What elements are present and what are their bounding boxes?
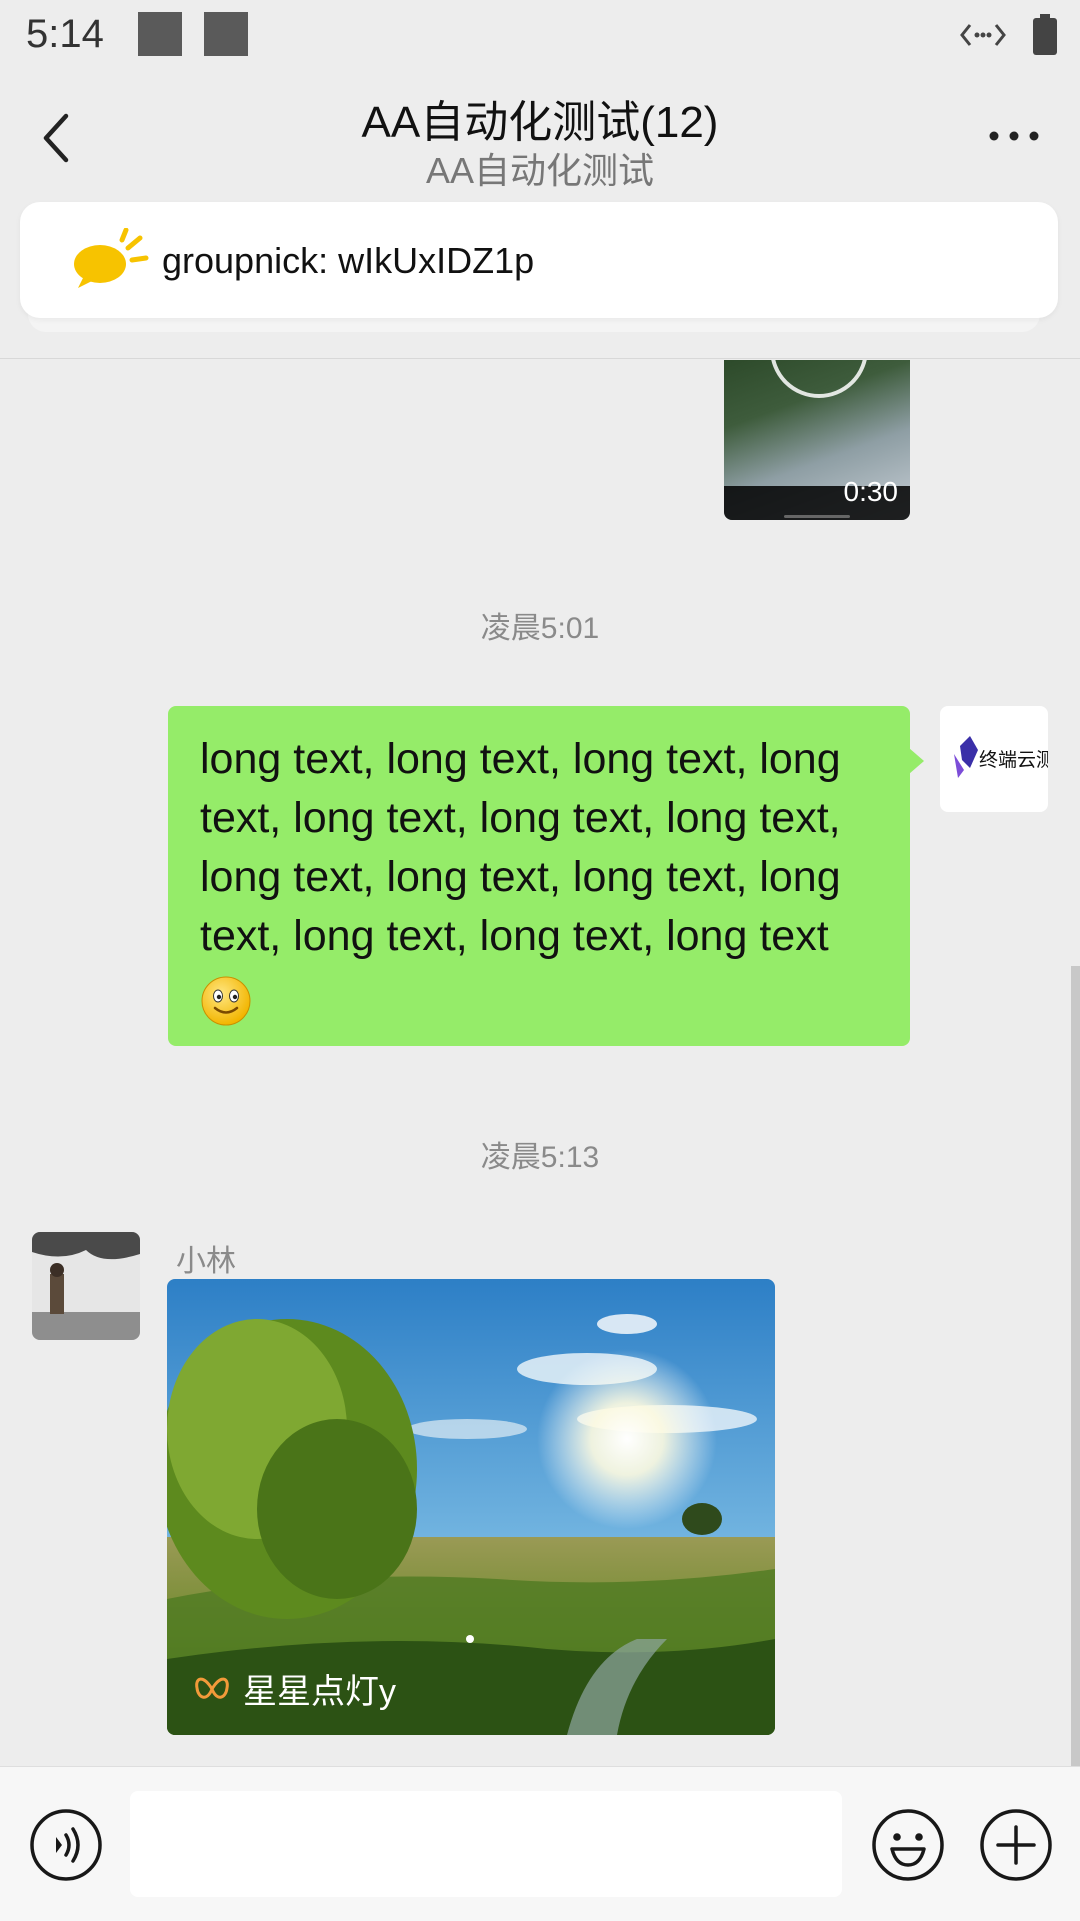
message-timestamp: 凌晨5:13: [480, 1141, 600, 1174]
message-text: long text, long text, long text, long te…: [200, 730, 890, 1027]
data-transfer-icon: [960, 24, 1006, 46]
message-input[interactable]: [130, 1791, 842, 1897]
group-notice-card[interactable]: groupnick: wIkUxIDZ1p: [20, 202, 1058, 318]
butterfly-icon: [195, 1677, 229, 1699]
status-bar: 5:14: [0, 0, 1080, 76]
more-button[interactable]: [984, 116, 1044, 156]
bubble-tail: [909, 748, 924, 774]
image-label-text: 星星点灯y: [243, 1673, 396, 1711]
battery-icon: [1033, 14, 1057, 55]
brand-logo-icon: 终端云测: [954, 736, 1048, 778]
smile-emoji-icon: [201, 976, 251, 1026]
message-text-content: long text, long text, long text, long te…: [200, 735, 841, 960]
header-divider: [0, 358, 1080, 359]
my-avatar[interactable]: 终端云测: [940, 706, 1048, 812]
avatar-photo: [32, 1232, 140, 1340]
notification-square-icon: [138, 12, 182, 56]
more-icon: [989, 131, 1039, 141]
play-icon: [770, 360, 868, 398]
emoji-button[interactable]: [870, 1807, 946, 1883]
sender-avatar[interactable]: [32, 1232, 140, 1340]
notification-square-icon: [204, 12, 248, 56]
image-label: 星星点灯y: [193, 1664, 396, 1713]
emoji-icon: [872, 1809, 944, 1881]
image-message[interactable]: 星星点灯y: [167, 1279, 775, 1735]
avatar-text: 终端云测: [979, 749, 1048, 771]
chat-subtitle: AA自动化测试: [425, 150, 655, 191]
notice-text: groupnick: wIkUxIDZ1p: [162, 240, 535, 281]
announcement-icon: [74, 228, 149, 288]
plus-icon: [980, 1809, 1052, 1881]
video-duration: 0:30: [843, 476, 899, 507]
video-message[interactable]: 0:30: [724, 360, 910, 520]
message-timestamp: 凌晨5:01: [480, 612, 600, 645]
voice-button[interactable]: [28, 1807, 104, 1883]
more-functions-button[interactable]: [978, 1807, 1054, 1883]
video-progress-line: [784, 515, 850, 518]
input-bar: [0, 1766, 1080, 1921]
sender-name: 小林: [176, 1245, 236, 1278]
chat-scrollbar[interactable]: [1071, 966, 1080, 1766]
voice-icon: [30, 1809, 102, 1881]
chat-header: AA自动化测试(12) AA自动化测试: [0, 76, 1080, 194]
text-message-bubble[interactable]: long text, long text, long text, long te…: [168, 706, 924, 1046]
chat-title: AA自动化测试(12): [361, 98, 719, 147]
status-time: 5:14: [26, 12, 104, 56]
